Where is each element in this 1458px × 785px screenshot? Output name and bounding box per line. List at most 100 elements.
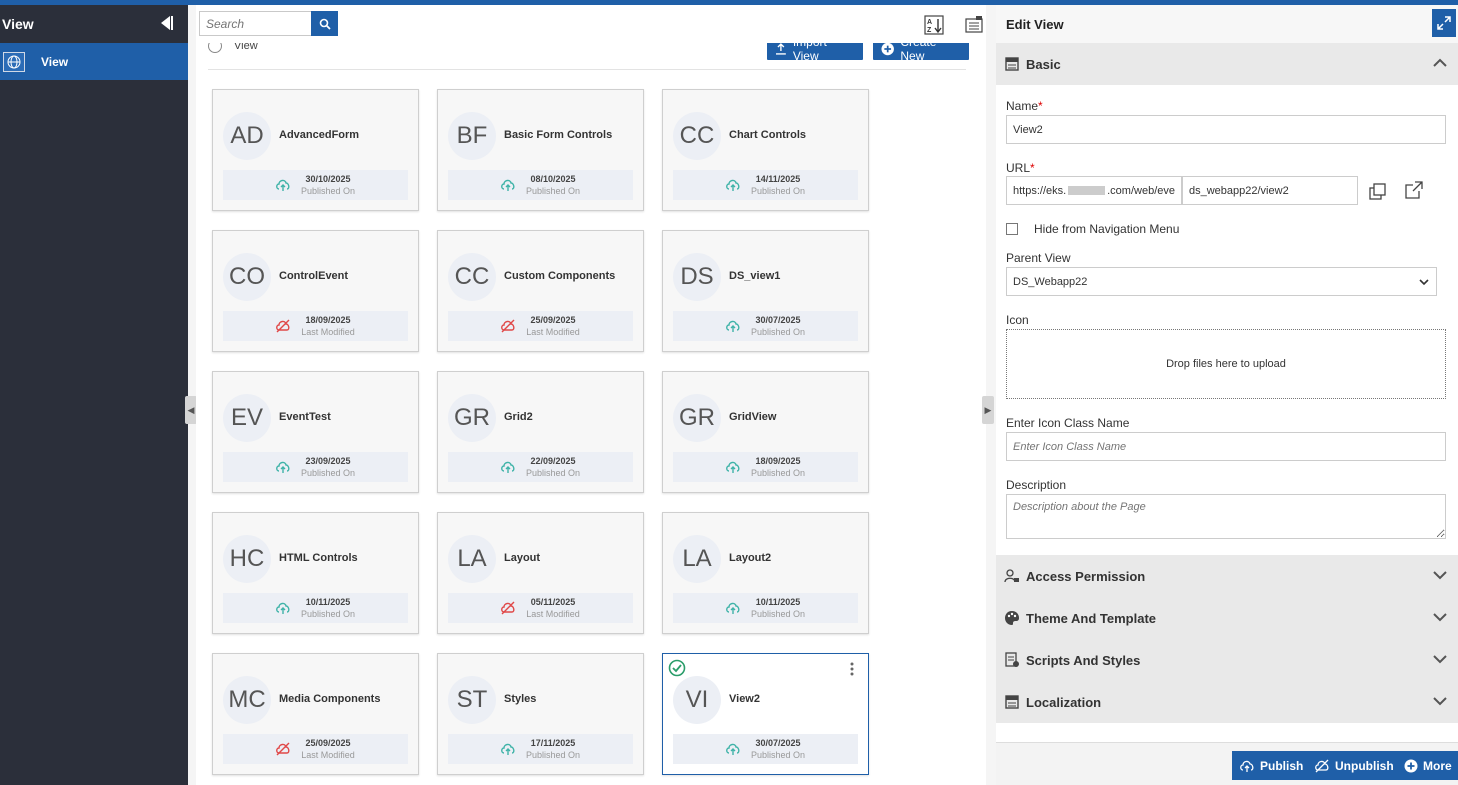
theme-template-section-header[interactable]: Theme And Template xyxy=(996,597,1458,639)
cloud-off-icon xyxy=(275,319,291,333)
cloud-upload-icon xyxy=(1240,760,1254,772)
card-title[interactable]: AdvancedForm xyxy=(279,129,359,141)
view-card[interactable]: DS DS_view1 30/07/2025 Published On xyxy=(662,230,869,352)
card-title[interactable]: ControlEvent xyxy=(279,270,348,282)
card-title[interactable]: Basic Form Controls xyxy=(504,129,612,141)
publish-button[interactable]: Publish xyxy=(1232,751,1311,780)
chevron-up-icon[interactable] xyxy=(1432,55,1448,71)
avatar: LA xyxy=(448,535,496,583)
plus-circle-icon xyxy=(1404,759,1418,772)
copy-icon[interactable] xyxy=(1368,182,1388,202)
expand-panel-button[interactable] xyxy=(1432,9,1456,37)
view-card[interactable]: CO ControlEvent 18/09/2025 Last Modified xyxy=(212,230,419,352)
splitter-right-handle-icon[interactable]: ▶ xyxy=(982,396,994,424)
avatar: BF xyxy=(448,112,496,160)
parent-view-select[interactable]: DS_Webapp22 xyxy=(1006,267,1437,296)
card-date: 10/11/2025 xyxy=(755,597,801,607)
card-title[interactable]: View2 xyxy=(729,693,760,705)
import-view-button[interactable]: Import View xyxy=(767,43,863,63)
divider xyxy=(208,69,966,70)
card-title[interactable]: GridView xyxy=(729,411,776,423)
view-card[interactable]: EV EventTest 23/09/2025 Published On xyxy=(212,371,419,493)
view-list-content: View Import View Create New AD AdvancedFo… xyxy=(196,43,986,785)
sidebar-header: View xyxy=(0,5,188,43)
card-footer: 05/11/2025 Last Modified xyxy=(448,593,633,623)
card-title[interactable]: Styles xyxy=(504,693,536,705)
avatar: EV xyxy=(223,394,271,442)
sidebar-title: View xyxy=(2,16,34,32)
card-title[interactable]: HTML Controls xyxy=(279,552,358,564)
form-icon xyxy=(1005,57,1019,71)
card-status: Published On xyxy=(525,186,581,196)
hide-nav-checkbox[interactable] xyxy=(1006,223,1018,235)
globe-icon xyxy=(3,51,25,72)
card-status: Published On xyxy=(750,186,806,196)
list-settings-icon[interactable] xyxy=(964,15,984,35)
external-link-icon[interactable] xyxy=(1404,180,1424,200)
card-title[interactable]: Layout2 xyxy=(729,552,771,564)
view-card[interactable]: GR Grid2 22/09/2025 Published On xyxy=(437,371,644,493)
chevron-down-icon[interactable] xyxy=(1432,567,1448,583)
url-path-input[interactable] xyxy=(1182,176,1358,205)
right-splitter[interactable]: ▶ xyxy=(982,5,996,785)
card-status: Last Modified xyxy=(301,750,355,760)
card-footer: 30/07/2025 Published On xyxy=(673,311,858,341)
basic-section-header[interactable]: Basic xyxy=(996,43,1458,85)
sidebar-item-view[interactable]: View xyxy=(0,43,188,80)
view-card[interactable]: GR GridView 18/09/2025 Published On xyxy=(662,371,869,493)
card-title[interactable]: DS_view1 xyxy=(729,270,780,282)
description-textarea[interactable] xyxy=(1006,494,1446,539)
cloud-upload-icon xyxy=(500,460,516,474)
card-title[interactable]: Media Components xyxy=(279,693,380,705)
card-footer: 18/09/2025 Published On xyxy=(673,452,858,482)
cloud-upload-icon xyxy=(725,319,741,333)
card-date: 18/09/2025 xyxy=(755,456,801,466)
view-card[interactable]: AD AdvancedForm 30/10/2025 Published On xyxy=(212,89,419,211)
view-card[interactable]: MC Media Components 25/09/2025 Last Modifie… xyxy=(212,653,419,775)
collapse-sidebar-icon[interactable] xyxy=(158,15,174,34)
icon-dropzone[interactable]: Drop files here to upload xyxy=(1006,329,1446,399)
cloud-off-icon xyxy=(500,601,516,615)
cloud-upload-icon xyxy=(500,742,516,756)
view-card[interactable]: LA Layout 05/11/2025 Last Modified xyxy=(437,512,644,634)
chevron-down-icon[interactable] xyxy=(1432,609,1448,625)
view-card[interactable]: CC Custom Components 25/09/2025 Last Modifi… xyxy=(437,230,644,352)
card-title[interactable]: Grid2 xyxy=(504,411,533,423)
icon-class-input[interactable] xyxy=(1006,432,1446,461)
chevron-down-icon[interactable] xyxy=(1432,651,1448,667)
avatar: AD xyxy=(223,112,271,160)
palette-icon xyxy=(1005,611,1019,625)
view-card[interactable]: ST Styles 17/11/2025 Published On xyxy=(437,653,644,775)
chevron-down-icon[interactable] xyxy=(1432,693,1448,709)
left-splitter[interactable]: ◀ xyxy=(185,5,197,785)
view-card[interactable]: HC HTML Controls 10/11/2025 Published On xyxy=(212,512,419,634)
publish-label: Publish xyxy=(1260,758,1304,773)
view-card[interactable]: LA Layout2 10/11/2025 Published On xyxy=(662,512,869,634)
sort-az-icon[interactable]: A Z xyxy=(924,15,944,35)
scripts-styles-section-header[interactable]: Scripts And Styles xyxy=(996,639,1458,681)
access-permission-title: Access Permission xyxy=(1026,568,1146,584)
view-card[interactable]: VI View2 30/07/2025 Published On xyxy=(662,653,869,775)
cloud-upload-icon xyxy=(275,178,291,192)
card-title[interactable]: EventTest xyxy=(279,411,331,423)
card-footer: 17/11/2025 Published On xyxy=(448,734,633,764)
card-title[interactable]: Custom Components xyxy=(504,270,615,282)
localization-section-header[interactable]: Localization xyxy=(996,681,1458,723)
avatar: CC xyxy=(673,112,721,160)
search-button[interactable] xyxy=(311,11,338,36)
create-new-button[interactable]: Create New xyxy=(873,43,969,63)
access-permission-section-header[interactable]: Access Permission xyxy=(996,555,1458,597)
card-title[interactable]: Chart Controls xyxy=(729,129,806,141)
unpublish-button[interactable]: Unpublish xyxy=(1307,751,1401,780)
more-button[interactable]: More xyxy=(1397,751,1458,780)
view-card[interactable]: BF Basic Form Controls 08/10/2025 Published… xyxy=(437,89,644,211)
theme-template-title: Theme And Template xyxy=(1026,610,1157,626)
card-date: 30/10/2025 xyxy=(305,174,351,184)
cloud-upload-icon xyxy=(725,601,741,615)
view-card[interactable]: CC Chart Controls 14/11/2025 Published On xyxy=(662,89,869,211)
url-base-input[interactable]: https://eks. .com/web/eve xyxy=(1006,176,1182,205)
more-vertical-icon[interactable] xyxy=(850,662,854,676)
card-title[interactable]: Layout xyxy=(504,552,540,564)
name-input[interactable] xyxy=(1006,115,1446,144)
search-input[interactable] xyxy=(199,11,311,36)
